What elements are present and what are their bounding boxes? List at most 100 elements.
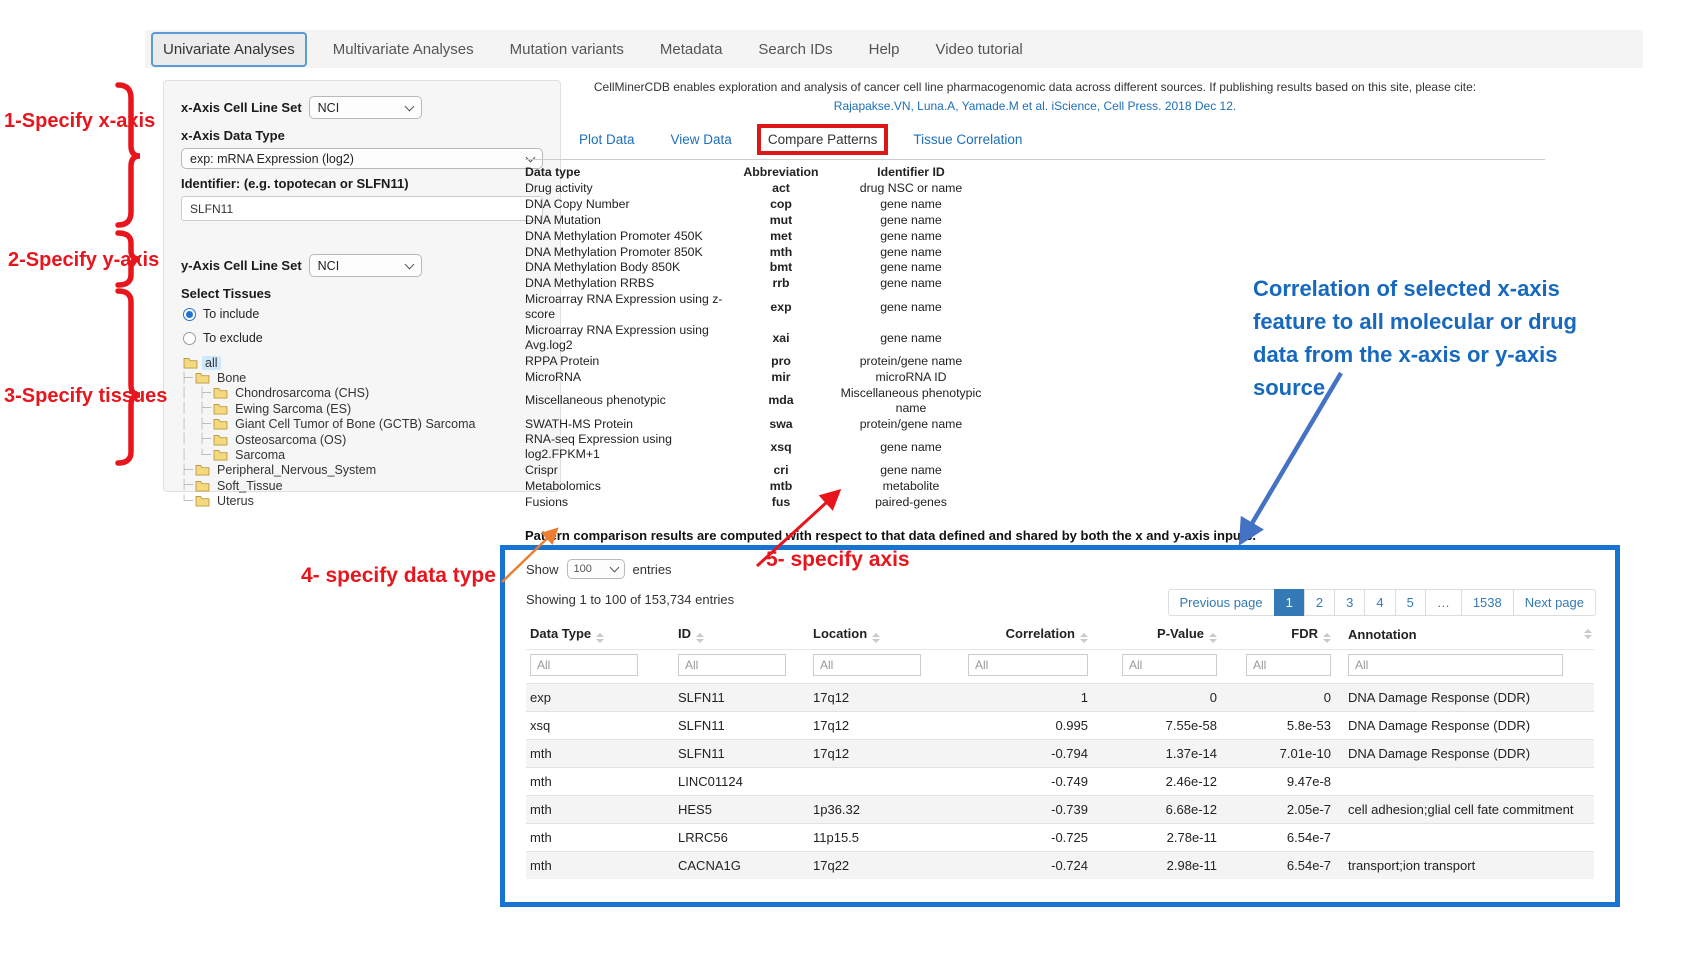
- filter-fdr-input[interactable]: [1246, 654, 1331, 676]
- datatype-row: Metabolomicsmtbmetabolite: [525, 479, 997, 495]
- table-row: expSLFN1117q12100DNA Damage Response (DD…: [526, 684, 1594, 712]
- table-row: mthLRRC5611p15.5-0.7252.78e-116.54e-7: [526, 824, 1594, 852]
- nav-tab-multivariate-analyses[interactable]: Multivariate Analyses: [323, 34, 484, 65]
- tree-connector: │ ├─: [181, 403, 211, 414]
- tree-node-peripheral-nervous-system[interactable]: ├─Peripheral_Nervous_System: [181, 463, 543, 478]
- axis-settings-panel: x-Axis Cell Line Set NCI x-Axis Data Typ…: [163, 80, 561, 492]
- page-btn-1[interactable]: 1: [1274, 589, 1305, 616]
- nav-tab-metadata[interactable]: Metadata: [650, 34, 733, 65]
- annotation-specify-tissues: 3-Specify tissues: [4, 385, 167, 408]
- annotation-specify-axis: 5- specify axis: [766, 548, 910, 572]
- tree-node-bone[interactable]: ├─Bone: [181, 370, 543, 385]
- page-btn-1538[interactable]: 1538: [1461, 589, 1514, 616]
- nav-tab-univariate-analyses[interactable]: Univariate Analyses: [151, 32, 307, 67]
- column-header-fdr[interactable]: FDR: [1221, 620, 1335, 650]
- exclude-radio[interactable]: To exclude: [183, 331, 543, 345]
- datatype-row: MicroRNAmirmicroRNA ID: [525, 370, 997, 386]
- brace-tissues: [118, 291, 140, 463]
- tree-node-sarcoma[interactable]: │ └─Sarcoma: [181, 447, 543, 462]
- x-axis-data-type-label: x-Axis Data Type: [181, 128, 543, 143]
- tree-node-chondrosarcoma-chs[interactable]: │ ├─Chondrosarcoma (CHS): [181, 386, 543, 401]
- filter-id-input[interactable]: [678, 654, 786, 676]
- identifier-input[interactable]: SLFN11: [181, 196, 543, 221]
- folder-icon: [213, 403, 228, 415]
- radio-unselected-icon[interactable]: [183, 332, 196, 345]
- nav-tab-video-tutorial[interactable]: Video tutorial: [925, 34, 1032, 65]
- x-axis-data-type-select[interactable]: exp: mRNA Expression (log2): [181, 148, 543, 169]
- sort-icon[interactable]: [596, 633, 604, 643]
- tab-tissue-correlation[interactable]: Tissue Correlation: [913, 132, 1022, 147]
- tree-connector: │ └─: [181, 450, 211, 461]
- nav-tab-search-ids[interactable]: Search IDs: [748, 34, 842, 65]
- column-header-annotation[interactable]: Annotation: [1335, 620, 1594, 650]
- exclude-radio-label: To exclude: [203, 331, 263, 345]
- datatype-row: Fusionsfuspaired-genes: [525, 495, 997, 511]
- page-btn-previous-page[interactable]: Previous page: [1168, 589, 1275, 616]
- x-axis-cell-line-value: NCI: [318, 101, 340, 115]
- tissue-tree: all├─Bone│ ├─Chondrosarcoma (CHS)│ ├─Ewi…: [181, 355, 543, 509]
- tree-node-giant-cell-tumor-of-bone-gctb-sarcoma[interactable]: │ ├─Giant Cell Tumor of Bone (GCTB) Sarc…: [181, 417, 543, 432]
- tree-node-osteosarcoma-os[interactable]: │ ├─Osteosarcoma (OS): [181, 432, 543, 447]
- top-navbar: Univariate Analyses Multivariate Analyses…: [145, 30, 1643, 68]
- annotation-specify-data-type: 4- specify data type: [301, 564, 496, 588]
- chevron-down-icon: [609, 563, 619, 573]
- tab-view-data[interactable]: View Data: [671, 132, 732, 147]
- page-btn-ellipsis[interactable]: …: [1425, 589, 1462, 616]
- datatype-header: Data type: [525, 165, 737, 181]
- datatype-row: Crisprcrigene name: [525, 463, 997, 479]
- filter-p-value-input[interactable]: [1122, 654, 1217, 676]
- tree-node-uterus[interactable]: └─Uterus: [181, 494, 543, 509]
- folder-icon: [213, 418, 228, 430]
- sort-icon[interactable]: [872, 633, 880, 643]
- page-btn-4[interactable]: 4: [1364, 589, 1395, 616]
- column-header-p-value[interactable]: P-Value: [1092, 620, 1221, 650]
- sort-icon[interactable]: [1080, 633, 1088, 643]
- tree-node-ewing-sarcoma-es[interactable]: │ ├─Ewing Sarcoma (ES): [181, 401, 543, 416]
- page-btn-3[interactable]: 3: [1334, 589, 1365, 616]
- nav-tab-help[interactable]: Help: [859, 34, 910, 65]
- sort-icon[interactable]: [1323, 633, 1331, 643]
- select-tissues-label: Select Tissues: [181, 286, 543, 301]
- column-header-correlation[interactable]: Correlation: [957, 620, 1092, 650]
- datatype-row: SWATH-MS Proteinswaprotein/gene name: [525, 417, 997, 433]
- sort-icon[interactable]: [1209, 633, 1217, 643]
- citation-link[interactable]: Rajapakse.VN, Luna.A, Yamade.M et al. iS…: [525, 99, 1545, 113]
- tab-plot-data[interactable]: Plot Data: [579, 132, 635, 147]
- column-header-id[interactable]: ID: [674, 620, 809, 650]
- tab-compare-patterns[interactable]: Compare Patterns: [768, 132, 878, 147]
- datatype-row: DNA Copy Numbercopgene name: [525, 197, 997, 213]
- page-btn-next-page[interactable]: Next page: [1513, 589, 1596, 616]
- page-btn-5[interactable]: 5: [1395, 589, 1426, 616]
- abbreviation-header: Abbreviation: [737, 165, 825, 181]
- y-axis-cell-line-select[interactable]: NCI: [309, 254, 422, 277]
- filter-location-input[interactable]: [813, 654, 921, 676]
- nav-tab-mutation-variants[interactable]: Mutation variants: [500, 34, 634, 65]
- tree-node-soft-tissue[interactable]: ├─Soft_Tissue: [181, 478, 543, 493]
- include-radio[interactable]: To include: [183, 307, 543, 321]
- filter-data-type-input[interactable]: [530, 654, 638, 676]
- column-header-location[interactable]: Location: [809, 620, 957, 650]
- tree-node-all[interactable]: all: [181, 355, 543, 370]
- y-axis-cell-line-label: y-Axis Cell Line Set: [181, 258, 302, 273]
- datatype-row: RPPA Proteinproprotein/gene name: [525, 354, 997, 370]
- x-axis-data-type-value: exp: mRNA Expression (log2): [190, 152, 354, 166]
- tree-node-label: all: [202, 356, 221, 370]
- datatype-row: Drug activityactdrug NSC or name: [525, 181, 997, 197]
- folder-icon: [213, 449, 228, 461]
- page-length-select[interactable]: 100: [567, 559, 625, 579]
- sort-icon[interactable]: [1584, 629, 1592, 639]
- tree-node-label: Giant Cell Tumor of Bone (GCTB) Sarcoma: [232, 417, 478, 431]
- datatype-row: RNA-seq Expression using log2.FPKM+1xsqg…: [525, 432, 997, 463]
- filter-annotation-input[interactable]: [1348, 654, 1563, 676]
- annotation-specify-y-axis: 2-Specify y-axis: [8, 249, 159, 272]
- x-axis-cell-line-select[interactable]: NCI: [309, 96, 422, 119]
- datatype-row: Miscellaneous phenotypicmdaMiscellaneous…: [525, 386, 997, 417]
- page-btn-2[interactable]: 2: [1304, 589, 1335, 616]
- tree-connector: ├─: [181, 373, 193, 384]
- pattern-comparison-note: Pattern comparison results are computed …: [525, 528, 1545, 543]
- filter-correlation-input[interactable]: [968, 654, 1088, 676]
- column-header-data-type[interactable]: Data Type: [526, 620, 674, 650]
- sort-icon[interactable]: [696, 633, 704, 643]
- datatype-legend-table: Data type Abbreviation Identifier ID Dru…: [525, 165, 997, 511]
- radio-selected-icon[interactable]: [183, 308, 196, 321]
